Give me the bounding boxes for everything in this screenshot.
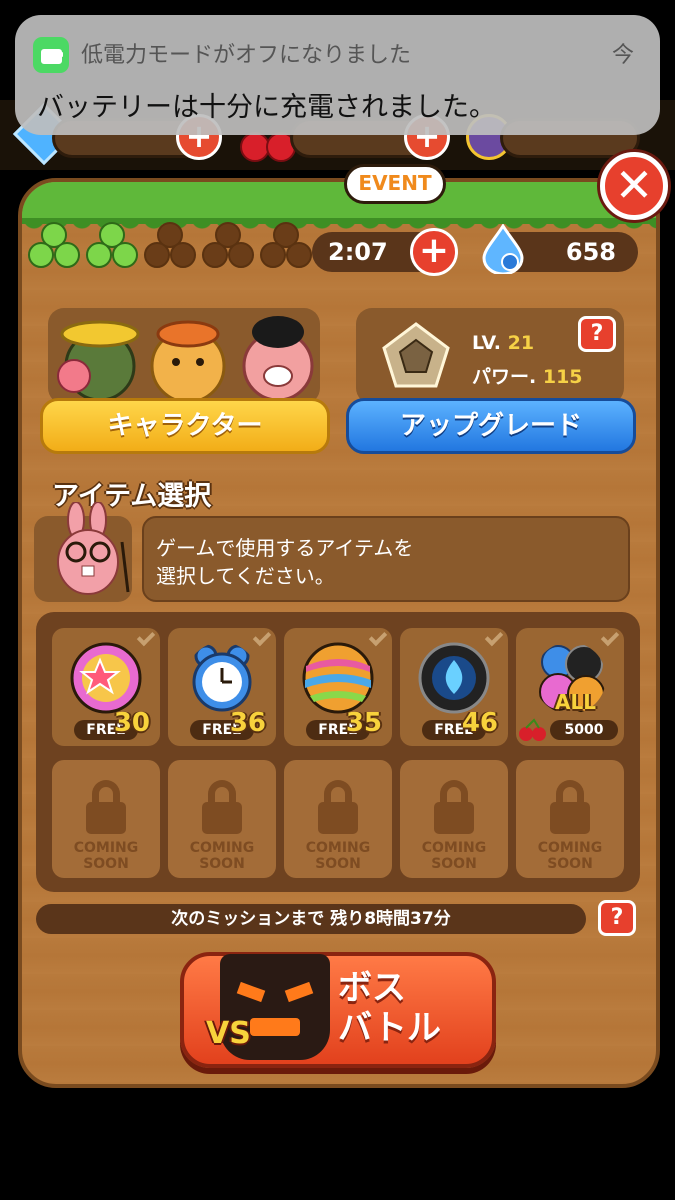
item-slot-alarm-clock[interactable]: FREE 36 <box>168 627 276 746</box>
locked-slot: COMING SOON <box>284 760 392 878</box>
boss-label-line-2: バトル <box>338 1008 442 1048</box>
item-count: 30 <box>113 708 150 738</box>
locked-slot: COMING SOON <box>516 760 624 878</box>
coming-soon-label: COMING SOON <box>189 840 255 872</box>
star-bomb-icon <box>70 642 142 714</box>
level-text: LV. 21 <box>472 332 534 354</box>
mission-timer: 次のミッションまで 残り8時間37分 <box>36 904 586 934</box>
power-text: パワー. 115 <box>472 362 583 389</box>
clover-empty-icon <box>202 222 254 274</box>
item-count: 36 <box>229 708 266 738</box>
notification-banner[interactable]: 低電力モードがオフになりました 今 バッテリーは十分に充電されました。 <box>15 15 660 135</box>
lock-icon <box>550 780 590 834</box>
item-slot-all-items[interactable]: ALL 5000 <box>516 627 624 746</box>
clover-icon <box>28 222 80 274</box>
notification-body: バッテリーは十分に充電されました。 <box>37 92 496 123</box>
lock-icon <box>202 780 242 834</box>
pentagon-badge-icon <box>382 322 450 388</box>
item-slot-rainbow-ball[interactable]: FREE 35 <box>284 627 392 746</box>
coming-soon-label: COMING SOON <box>421 840 487 872</box>
all-label: ALL <box>555 690 596 714</box>
coming-soon-label: COMING SOON <box>537 840 603 872</box>
item-slot-blue-flame[interactable]: FREE 46 <box>400 627 508 746</box>
character-faces <box>57 316 314 402</box>
check-icon <box>136 627 156 647</box>
alarm-clock-icon <box>192 644 252 712</box>
lock-icon <box>434 780 474 834</box>
grass-border <box>22 182 656 232</box>
blue-flame-icon <box>418 642 490 714</box>
coming-soon-label: COMING SOON <box>305 840 371 872</box>
locked-slot: COMING SOON <box>52 760 160 878</box>
item-select-description: ゲームで使用するアイテムを 選択してください。 <box>142 516 630 602</box>
locked-slot: COMING SOON <box>400 760 508 878</box>
lock-icon <box>318 780 358 834</box>
battery-icon <box>33 37 69 73</box>
power-label: パワー. <box>472 366 537 388</box>
check-icon <box>368 627 388 647</box>
clover-empty-icon <box>260 222 312 274</box>
item-slot-star-bomb[interactable]: FREE 30 <box>52 627 160 746</box>
clover-empty-icon <box>144 222 196 274</box>
locked-slot: COMING SOON <box>168 760 276 878</box>
item-count: 35 <box>345 708 382 738</box>
power-value: 115 <box>542 366 583 388</box>
check-icon <box>252 627 272 647</box>
notification-time: 今 <box>611 43 634 68</box>
check-icon <box>484 627 504 647</box>
clover-icon <box>86 222 138 274</box>
upgrade-button[interactable]: アップグレード <box>346 398 636 454</box>
water-drop-icon <box>482 224 524 274</box>
rainbow-ball-icon <box>302 642 374 714</box>
upgrade-help-button[interactable]: ? <box>578 316 616 352</box>
life-clovers <box>28 222 312 274</box>
coming-soon-label: COMING SOON <box>73 840 139 872</box>
bunny-guide-icon <box>57 502 130 595</box>
price-badge: 5000 <box>550 720 618 740</box>
close-button[interactable]: ✕ <box>600 152 668 220</box>
character-button[interactable]: キャラクター <box>40 398 330 454</box>
add-life-button[interactable]: + <box>410 228 458 276</box>
lock-icon <box>86 780 126 834</box>
level-value: 21 <box>507 332 535 354</box>
item-count: 46 <box>461 708 498 738</box>
level-label: LV. <box>472 332 501 354</box>
vs-label: VS <box>206 1016 251 1051</box>
description-line-1: ゲームで使用するアイテムを <box>156 536 414 560</box>
boss-battle-label: ボス バトル <box>338 968 458 1048</box>
notification-title: 低電力モードがオフになりました <box>81 43 412 68</box>
mission-help-button[interactable]: ? <box>598 900 636 936</box>
description-line-2: 選択してください。 <box>156 564 335 588</box>
cherry-icon <box>519 718 546 741</box>
check-icon <box>600 627 620 647</box>
boss-label-line-1: ボス <box>338 968 406 1008</box>
event-tag[interactable]: EVENT <box>344 164 446 204</box>
